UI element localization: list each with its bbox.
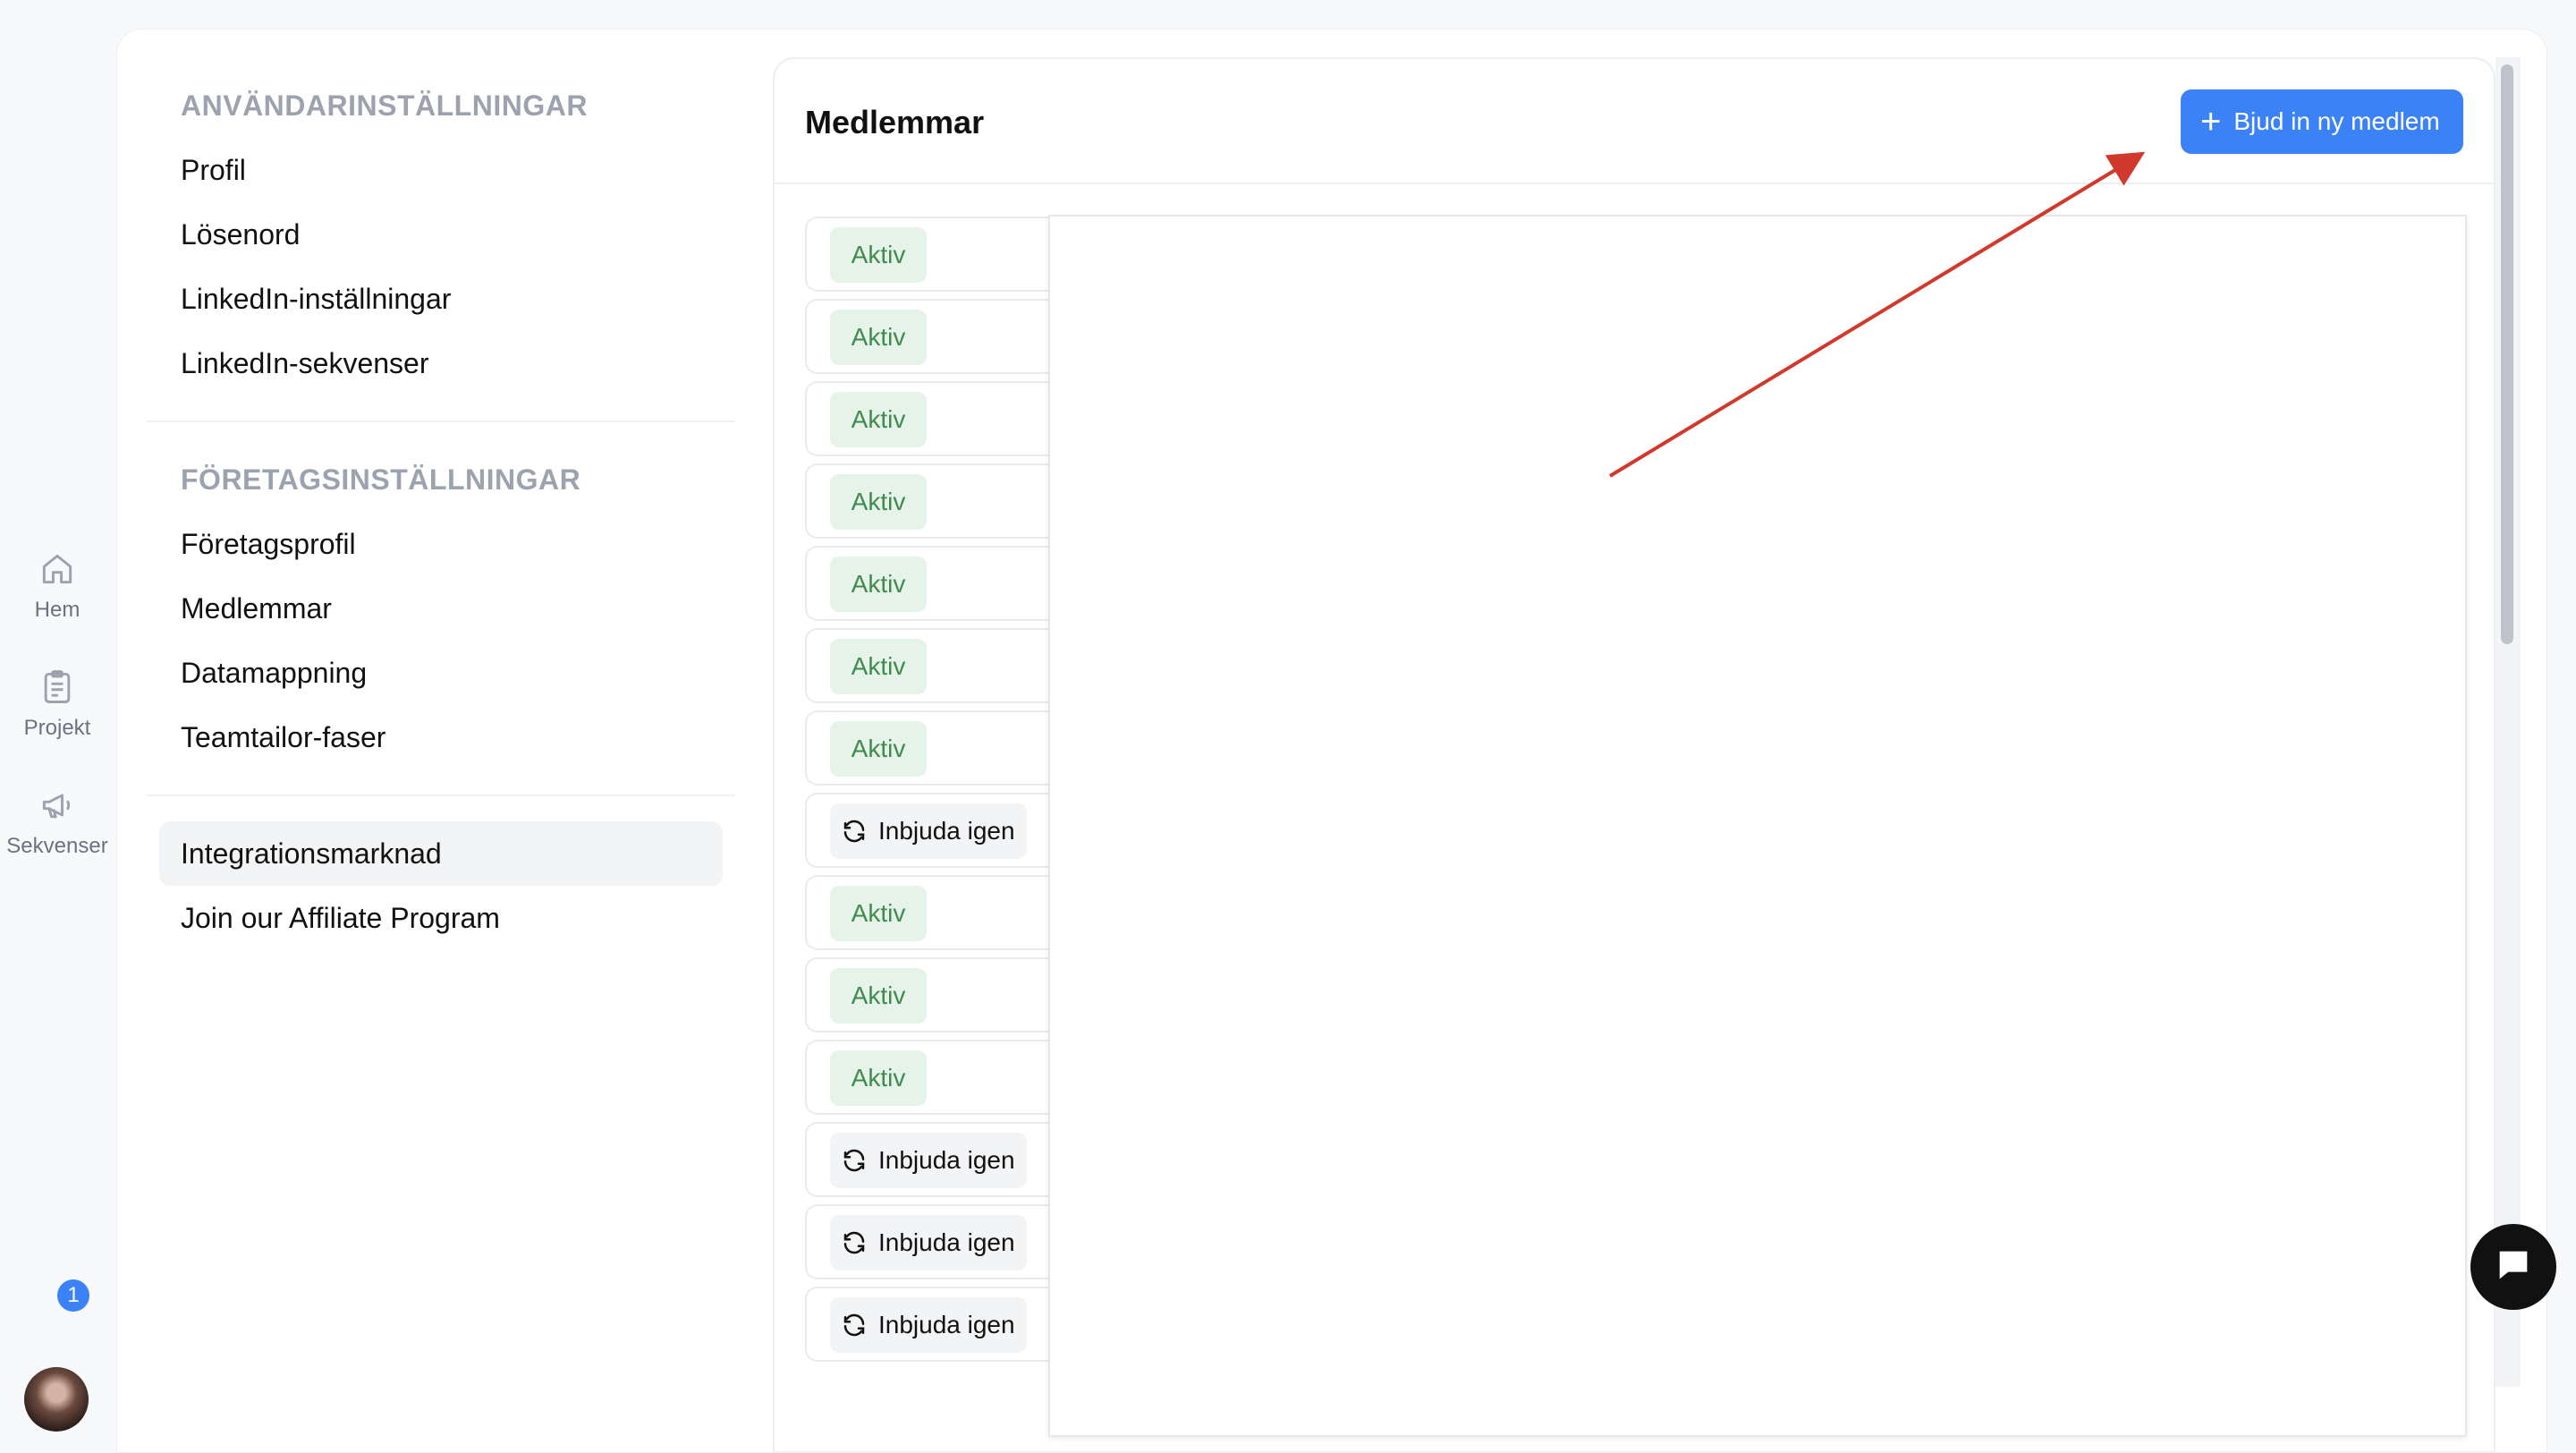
clipboard-icon <box>38 667 77 707</box>
rail-item-label: Hem <box>34 598 80 622</box>
refresh-icon <box>841 1147 878 1174</box>
status-badge: Aktiv <box>830 392 927 447</box>
reinvite-label: Inbjuda igen <box>878 1228 1015 1256</box>
chat-button[interactable] <box>2470 1224 2556 1310</box>
divider <box>147 421 735 422</box>
reinvite-label: Inbjuda igen <box>878 1146 1015 1174</box>
status-badge: Aktiv <box>830 474 927 530</box>
nav-item-profil[interactable]: Profil <box>181 154 246 187</box>
nav-item-company-profile[interactable]: Företagsprofil <box>181 528 356 561</box>
table-row[interactable]: Inbjuda igen <box>805 1122 1073 1197</box>
rail-item-hem[interactable]: Hem <box>0 549 114 623</box>
user-settings-heading: ANVÄNDARINSTÄLLNINGAR <box>181 89 588 122</box>
table-row[interactable]: Inbjuda igen <box>805 793 1073 868</box>
table-row[interactable]: Aktiv <box>805 1040 1073 1115</box>
table-row[interactable]: Aktiv <box>805 299 1073 374</box>
table-row[interactable]: Inbjuda igen <box>805 1287 1073 1362</box>
table-row[interactable]: Aktiv <box>805 381 1073 456</box>
invite-member-label: Bjud in ny medlem <box>2233 107 2440 135</box>
rail-item-label: Projekt <box>23 716 91 740</box>
status-badge: Aktiv <box>830 639 927 694</box>
status-badge: Aktiv <box>830 886 927 941</box>
members-header: Medlemmar + Bjud in ny medlem <box>775 59 2494 184</box>
table-row[interactable]: Aktiv <box>805 463 1073 539</box>
reinvite-label: Inbjuda igen <box>878 1311 1015 1338</box>
rail-item-sekvenser[interactable]: Sekvenser <box>0 786 114 859</box>
nav-item-members[interactable]: Medlemmar <box>181 592 332 625</box>
rail-item-label: Sekvenser <box>6 834 108 858</box>
page-title: Medlemmar <box>805 104 985 140</box>
avatar[interactable] <box>24 1367 89 1432</box>
table-row[interactable]: Aktiv <box>805 217 1073 292</box>
megaphone-icon <box>38 786 77 825</box>
home-icon <box>38 549 77 589</box>
nav-item-losenord[interactable]: Lösenord <box>181 218 300 251</box>
plus-icon: + <box>2200 102 2222 141</box>
reinvite-button[interactable]: Inbjuda igen <box>830 1297 1027 1353</box>
refresh-icon <box>841 1312 878 1338</box>
nav-item-affiliate-program[interactable]: Join our Affiliate Program <box>181 902 500 935</box>
nav-item-data-mapping[interactable]: Datamappning <box>181 657 367 690</box>
refresh-icon <box>841 1229 878 1256</box>
table-row[interactable]: Aktiv <box>805 875 1073 950</box>
status-badge: Aktiv <box>830 557 927 612</box>
chat-bubble-icon <box>2493 1245 2534 1290</box>
left-rail: Hem Projekt Sekvenser 1 <box>0 0 114 1453</box>
status-badge: Aktiv <box>830 968 927 1024</box>
table-row[interactable]: Aktiv <box>805 628 1073 703</box>
dropdown-overlay <box>1048 215 2467 1437</box>
status-badge: Aktiv <box>830 310 927 365</box>
status-badge: Aktiv <box>830 1050 927 1106</box>
nav-item-linkedin-settings[interactable]: LinkedIn-inställningar <box>181 283 451 316</box>
table-row[interactable]: Aktiv <box>805 546 1073 621</box>
invite-member-button[interactable]: + Bjud in ny medlem <box>2181 89 2463 154</box>
nav-item-teamtailor-stages[interactable]: Teamtailor-faser <box>181 721 386 754</box>
reinvite-label: Inbjuda igen <box>878 817 1015 845</box>
divider <box>147 794 735 796</box>
table-row[interactable]: Aktiv <box>805 957 1073 1032</box>
reinvite-button[interactable]: Inbjuda igen <box>830 803 1027 859</box>
nav-item-integration-market[interactable]: Integrationsmarknad <box>181 837 442 871</box>
notification-badge[interactable]: 1 <box>57 1279 89 1312</box>
rail-item-projekt[interactable]: Projekt <box>0 667 114 741</box>
reinvite-button[interactable]: Inbjuda igen <box>830 1133 1027 1188</box>
company-settings-heading: FÖRETAGSINSTÄLLNINGAR <box>181 463 581 496</box>
table-row[interactable]: Inbjuda igen <box>805 1204 1073 1279</box>
status-badge: Aktiv <box>830 721 927 777</box>
nav-item-linkedin-sequences[interactable]: LinkedIn-sekvenser <box>181 347 428 380</box>
scrollbar-thumb[interactable] <box>2501 64 2513 644</box>
reinvite-button[interactable]: Inbjuda igen <box>830 1215 1027 1270</box>
status-badge: Aktiv <box>830 227 927 283</box>
refresh-icon <box>841 818 878 845</box>
table-row[interactable]: Aktiv <box>805 710 1073 786</box>
